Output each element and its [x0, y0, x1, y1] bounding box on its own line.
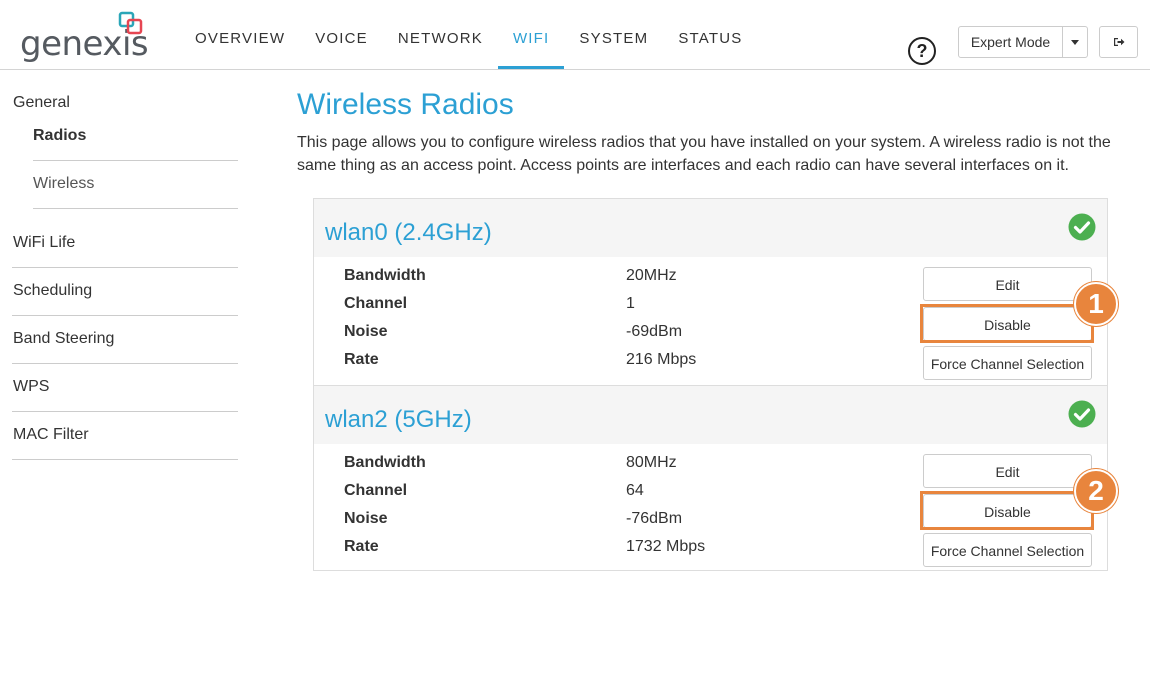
expert-mode-dropdown[interactable]: Expert Mode: [958, 26, 1088, 58]
prop-label: Rate: [344, 538, 379, 555]
nav-voice[interactable]: VOICE: [300, 0, 383, 69]
sidebar-item-scheduling[interactable]: Scheduling: [12, 268, 238, 316]
sidebar-item-wireless[interactable]: Wireless: [33, 161, 238, 209]
prop-label: Noise: [344, 323, 388, 340]
radio-card-wlan0: wlan0 (2.4GHz) Bandwidth 20MHz Channel 1…: [314, 199, 1118, 385]
check-circle-icon: [1068, 400, 1096, 428]
prop-bandwidth: Bandwidth 20MHz: [344, 267, 744, 295]
radio-name: wlan2 (5GHz): [325, 406, 472, 433]
prop-value: 1: [626, 295, 635, 312]
nav-overview[interactable]: OVERVIEW: [180, 0, 300, 69]
highlight-box: [920, 491, 1094, 530]
logo-mark-icon: [118, 11, 143, 35]
prop-value: -76dBm: [626, 510, 683, 527]
force-channel-button[interactable]: Force Channel Selection: [923, 533, 1092, 567]
page-title: Wireless Radios: [297, 88, 514, 121]
prop-noise: Noise -69dBm: [344, 323, 744, 351]
nav-network[interactable]: NETWORK: [383, 0, 498, 69]
radio-card-wlan2: wlan2 (5GHz) Bandwidth 80MHz Channel 64 …: [314, 385, 1118, 572]
sidebar: General Radios Wireless WiFi Life Schedu…: [12, 80, 238, 460]
prop-label: Bandwidth: [344, 454, 426, 471]
prop-value: 20MHz: [626, 267, 677, 284]
prop-rate: Rate 216 Mbps: [344, 351, 744, 379]
sidebar-item-wps[interactable]: WPS: [12, 364, 238, 412]
prop-label: Bandwidth: [344, 267, 426, 284]
prop-noise: Noise -76dBm: [344, 510, 744, 538]
step-marker: 2: [1074, 469, 1118, 513]
top-header: genexis OVERVIEW VOICE NETWORK WIFI SYST…: [0, 0, 1150, 70]
prop-value: 64: [626, 482, 644, 499]
sidebar-item-wifi-life[interactable]: WiFi Life: [12, 209, 238, 268]
logout-icon: [1113, 38, 1124, 46]
prop-label: Channel: [344, 482, 408, 499]
main-nav: OVERVIEW VOICE NETWORK WIFI SYSTEM STATU…: [180, 0, 757, 69]
nav-status[interactable]: STATUS: [663, 0, 757, 69]
step-marker: 1: [1074, 282, 1118, 326]
page-description: This page allows you to configure wirele…: [297, 134, 1111, 174]
help-icon[interactable]: ?: [908, 37, 936, 65]
sidebar-item-general[interactable]: General: [12, 80, 238, 123]
prop-bandwidth: Bandwidth 80MHz: [344, 454, 744, 482]
sidebar-item-mac-filter[interactable]: MAC Filter: [12, 412, 238, 460]
prop-value: 80MHz: [626, 454, 677, 471]
prop-channel: Channel 64: [344, 482, 744, 510]
nav-wifi[interactable]: WIFI: [497, 0, 565, 69]
prop-value: 216 Mbps: [626, 351, 697, 368]
logout-button[interactable]: [1099, 26, 1138, 58]
edit-button[interactable]: Edit: [923, 454, 1092, 488]
sidebar-item-radios[interactable]: Radios: [33, 123, 238, 161]
chevron-down-icon[interactable]: [1063, 27, 1087, 57]
radio-header: wlan2 (5GHz): [314, 386, 1107, 444]
prop-rate: Rate 1732 Mbps: [344, 538, 744, 566]
expert-mode-label[interactable]: Expert Mode: [959, 27, 1063, 57]
prop-value: 1732 Mbps: [626, 538, 706, 555]
highlight-box: [920, 304, 1094, 343]
prop-label: Noise: [344, 510, 388, 527]
prop-label: Channel: [344, 295, 408, 312]
edit-button[interactable]: Edit: [923, 267, 1092, 301]
radio-header: wlan0 (2.4GHz): [314, 199, 1107, 257]
nav-system[interactable]: SYSTEM: [564, 0, 663, 69]
genexis-logo[interactable]: genexis: [18, 10, 149, 64]
prop-value: -69dBm: [626, 323, 683, 340]
prop-label: Rate: [344, 351, 379, 368]
sidebar-item-band-steering[interactable]: Band Steering: [12, 316, 238, 364]
prop-channel: Channel 1: [344, 295, 744, 323]
check-circle-icon: [1068, 213, 1096, 241]
radio-name: wlan0 (2.4GHz): [325, 219, 492, 246]
radios-panel: wlan0 (2.4GHz) Bandwidth 20MHz Channel 1…: [313, 198, 1118, 572]
force-channel-button[interactable]: Force Channel Selection: [923, 346, 1092, 380]
